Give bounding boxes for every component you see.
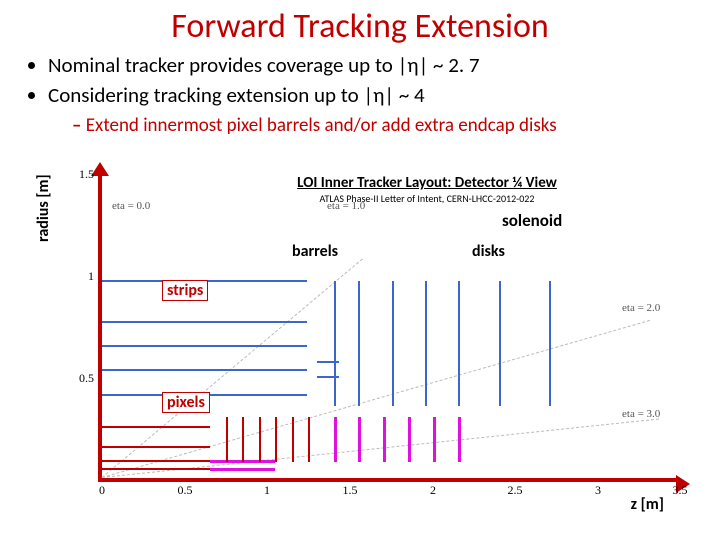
strip-barrel: [102, 345, 307, 347]
eta-label: eta = 1.0: [327, 200, 365, 212]
x-tick: 1: [252, 483, 282, 498]
chart-subtitle: ATLAS Phase-II Letter of Intent, CERN-LH…: [252, 192, 602, 205]
eta-label: eta = 2.0: [622, 302, 660, 314]
strips-annotation: strips: [162, 280, 208, 301]
strip-disk: [458, 281, 460, 406]
pixel-disk-extension: [408, 417, 411, 462]
pixel-disk: [308, 417, 310, 462]
pixel-disk-extension: [433, 417, 436, 462]
x-tick: 3.5: [665, 483, 695, 498]
pixel-barrel: [102, 426, 210, 428]
strip-disk: [549, 281, 551, 406]
barrels-annotation: barrels: [292, 242, 338, 261]
pixel-disk-extension: [358, 417, 361, 462]
strip-disk: [499, 281, 501, 406]
chart-title: LOI Inner Tracker Layout: Detector ¼ Vie…: [252, 174, 602, 192]
x-axis-label: z [m]: [631, 495, 664, 514]
disks-annotation: disks: [472, 242, 505, 261]
pixel-barrel: [102, 468, 210, 470]
chart-title-box: LOI Inner Tracker Layout: Detector ¼ Vie…: [252, 174, 602, 205]
solenoid-label: solenoid: [502, 210, 562, 231]
y-axis-label: radius [m]: [34, 174, 53, 242]
x-tick: 0: [87, 483, 117, 498]
pixel-barrel: [102, 446, 210, 448]
bullet-list: Nominal tracker provides coverage up to …: [0, 51, 720, 110]
pixels-annotation: pixels: [162, 392, 210, 413]
pixel-barrel: [102, 460, 210, 462]
pixel-disk-extension: [458, 417, 461, 462]
strip-barrel: [102, 369, 307, 371]
strip-disk: [358, 281, 360, 406]
tracker-layout-chart: radius [m] z [m] LOI Inner Tracker Layou…: [40, 172, 700, 512]
strip-disk: [392, 281, 394, 406]
sub-bullet: Extend innermost pixel barrels and/or ad…: [0, 112, 720, 137]
pixel-barrel-extension: [210, 468, 275, 471]
x-tick: 1.5: [335, 483, 365, 498]
x-tick: 3: [583, 483, 613, 498]
slide-title: Forward Tracking Extension: [0, 0, 720, 51]
bullet-item: Considering tracking extension up to |η|…: [48, 81, 700, 109]
bullet-item: Nominal tracker provides coverage up to …: [48, 51, 700, 79]
y-tick: 0.5: [70, 371, 94, 386]
pixel-disk-extension: [334, 417, 337, 462]
pixel-disk: [226, 417, 228, 462]
y-tick: 1: [70, 269, 94, 284]
plot-area: LOI Inner Tracker Layout: Detector ¼ Vie…: [98, 172, 678, 482]
strip-disk: [334, 281, 336, 406]
x-tick: 2.5: [500, 483, 530, 498]
pixel-disk: [292, 417, 294, 462]
pixel-disk: [259, 417, 261, 462]
pixel-disk-extension: [383, 417, 386, 462]
eta-label: eta = 0.0: [112, 200, 150, 212]
x-tick: 2: [418, 483, 448, 498]
pixel-disk: [242, 417, 244, 462]
strip-barrel: [102, 321, 307, 323]
strip-disk: [425, 281, 427, 406]
pixel-disk: [275, 417, 277, 462]
y-tick: 1.5: [70, 167, 94, 182]
eta-label: eta = 3.0: [622, 408, 660, 420]
x-tick: 0.5: [170, 483, 200, 498]
